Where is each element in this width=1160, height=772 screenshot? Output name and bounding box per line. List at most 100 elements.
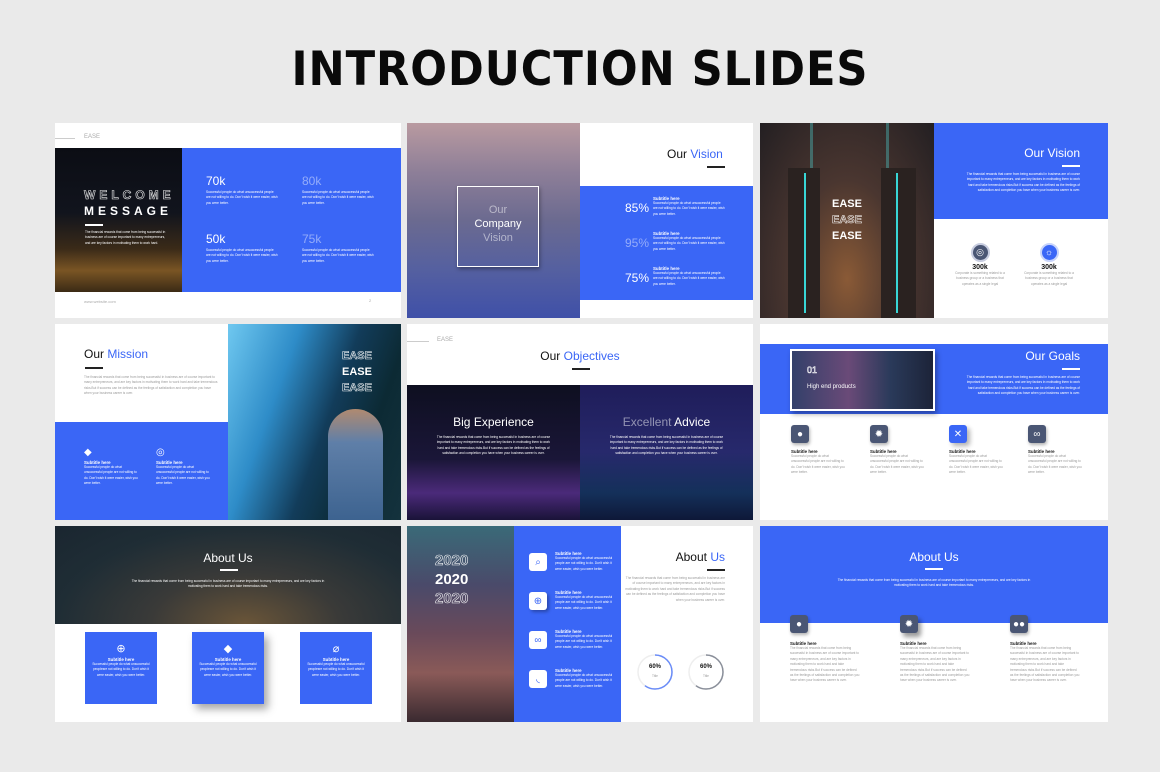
goal-text: Successful people do what unsuccessful p… — [791, 454, 845, 475]
tower-light — [804, 173, 806, 313]
stat-text: Successful people do what unsuccessful p… — [206, 248, 278, 263]
card-text: Successful people do what unsuccessful p… — [199, 662, 257, 677]
close-icon: ✕ — [949, 425, 967, 443]
header-rule — [55, 138, 75, 139]
street-photo: 2020 2020 2020 — [407, 526, 514, 722]
slide-about-us-2020[interactable]: 2020 2020 2020 ⌕ Subtitle here Successfu… — [407, 526, 753, 722]
page-number: 2 — [369, 298, 372, 303]
slide-title: Our Vision — [1024, 146, 1080, 160]
mission-body: The financial rewards that come from bei… — [84, 375, 218, 396]
slide-our-objectives[interactable]: EASE Our Objectives Big Experience The f… — [407, 324, 753, 520]
panel-title-main: Advice — [674, 415, 711, 429]
about-item: ●● Subtitle here The financial rewards t… — [1010, 615, 1080, 684]
goal-item: ∞ Subtitle here Successful people do wha… — [1028, 425, 1083, 476]
lightbulb-icon: ☼ — [1039, 243, 1059, 262]
stat-text: Successful people do what unsuccessful p… — [302, 190, 374, 205]
mission-text: Successful people do what unsuccessful p… — [84, 465, 138, 486]
slide-title: Our Mission — [84, 347, 148, 361]
ease-stack: EASE EASE EASE — [342, 348, 373, 396]
target-icon: ◎ — [970, 243, 990, 262]
goal-text: Successful people do what unsuccessful p… — [1028, 454, 1082, 475]
card-text: Successful people do what unsuccessful p… — [92, 662, 150, 677]
slide-about-us-photo[interactable]: About Us The financial rewards that come… — [55, 526, 401, 722]
title-accent: Objectives — [563, 349, 620, 363]
title-part: Our — [667, 147, 688, 161]
stat-value: 300k — [1041, 264, 1057, 271]
goal-item: ● Subtitle here Successful people do wha… — [791, 425, 846, 476]
ease-stack: EASE EASE EASE — [832, 196, 863, 244]
goals-body: The financial rewards that come from bei… — [966, 375, 1080, 396]
title-underline — [220, 569, 238, 571]
panel-text: The financial rewards that come from bei… — [436, 435, 551, 456]
feature-text: Successful people do what unsuccessful p… — [555, 556, 613, 571]
globe-icon: ⊕ — [116, 643, 126, 655]
tower-light — [896, 173, 898, 313]
stat-value: 70k — [206, 174, 226, 188]
gauge-chart — [688, 654, 724, 690]
vision-value: 75% — [625, 271, 650, 285]
goal-caption: High end products — [807, 384, 856, 390]
overlay-title: Our Company Vision — [457, 203, 539, 245]
city-night-photo: WELCOME MESSAGE The financial rewards th… — [55, 148, 182, 292]
goal-item: ✹ Subtitle here Successful people do wha… — [870, 425, 925, 476]
stat-text: Corporate is something related to a busi… — [955, 271, 1005, 286]
woman-screen-photo: EASE EASE EASE — [228, 324, 401, 520]
search-icon: ⌕ — [529, 553, 547, 571]
title-accent: Vision — [690, 147, 723, 161]
panel-text: The financial rewards that come from bei… — [609, 435, 724, 456]
year-outline: 2020 — [435, 590, 469, 608]
about-header-band: About Us The financial rewards that come… — [760, 526, 1108, 623]
rss-icon: ◟ — [529, 670, 547, 688]
about-card: ⊕ Subtitle here Successful people do wha… — [85, 632, 157, 704]
title-part: Our — [84, 347, 105, 361]
stat-value: 80k — [302, 174, 322, 188]
about-card: ◆ Subtitle here Successful people do wha… — [192, 632, 264, 704]
footer-url: www.website.com — [84, 299, 116, 304]
slide-title: About Us — [676, 550, 725, 564]
title-part: Our — [540, 349, 561, 363]
slide-about-us-blue[interactable]: About Us The financial rewards that come… — [760, 526, 1108, 722]
slide-company-vision[interactable]: Our Company Vision Our Vision 85% Subtit… — [407, 123, 753, 318]
slide-title: Our Objectives — [407, 349, 753, 363]
brand-label: EASE — [437, 337, 454, 343]
goals-band: 01 High end products Our Goals The finan… — [760, 344, 1108, 414]
slide-our-mission[interactable]: Our Mission The financial rewards that c… — [55, 324, 401, 520]
title-underline — [707, 569, 725, 571]
slide-our-vision[interactable]: EASE EASE EASE Our Vision The financial … — [760, 123, 1108, 318]
ease-word-outline: EASE — [832, 214, 863, 227]
panel-title-faded: Excellent — [622, 415, 672, 429]
slide-title: Our Vision — [667, 147, 723, 161]
about-body: The financial rewards that come from bei… — [837, 578, 1031, 588]
target-icon: ◎ — [156, 447, 165, 458]
stat-value: 50k — [206, 232, 226, 246]
about-item: ✹ Subtitle here The financial rewards th… — [900, 615, 970, 684]
slide-our-goals[interactable]: 01 High end products Our Goals The finan… — [760, 324, 1108, 520]
goal-text: Successful people do what unsuccessful p… — [870, 454, 924, 475]
overlay-line: Company — [474, 218, 522, 230]
slide-welcome-message[interactable]: EASE WELCOME MESSAGE The financial rewar… — [55, 123, 401, 318]
zoom-in-icon: ⊕ — [529, 592, 547, 610]
title-underline — [1062, 368, 1080, 370]
gear-icon: ✹ — [870, 425, 888, 443]
stat-text: Successful people do what unsuccessful p… — [302, 248, 374, 263]
title-underline — [1062, 165, 1080, 167]
goals-photo: 01 High end products — [790, 349, 935, 411]
towers-photo: EASE EASE EASE — [760, 123, 934, 318]
stat-value: 75k — [302, 232, 322, 246]
title-underline — [572, 368, 590, 370]
goal-item: ✕ Subtitle here Successful people do wha… — [949, 425, 1004, 476]
light-beam — [810, 123, 813, 168]
welcome-body: The financial rewards that come from bei… — [85, 230, 166, 245]
objective-panel: Excellent Advice The financial rewards t… — [580, 385, 753, 520]
vision-stat: ◎ 300k Corporate is something related to… — [950, 243, 1010, 287]
slide-title: About Us — [203, 551, 253, 565]
gauge-label: Title — [703, 674, 709, 678]
vision-text: Successful people do what unsuccessful p… — [653, 271, 725, 286]
link-icon: ∞ — [1028, 425, 1046, 443]
ease-word: EASE — [342, 366, 372, 378]
stat-block: 70k Successful people do what unsuccessf… — [206, 174, 278, 206]
ease-word: EASE — [832, 230, 862, 242]
vision-stat: ☼ 300k Corporate is something related to… — [1019, 243, 1079, 287]
title-underline — [707, 166, 725, 168]
mission-panel: ◆ Subtitle here Successful people do wha… — [55, 422, 228, 520]
